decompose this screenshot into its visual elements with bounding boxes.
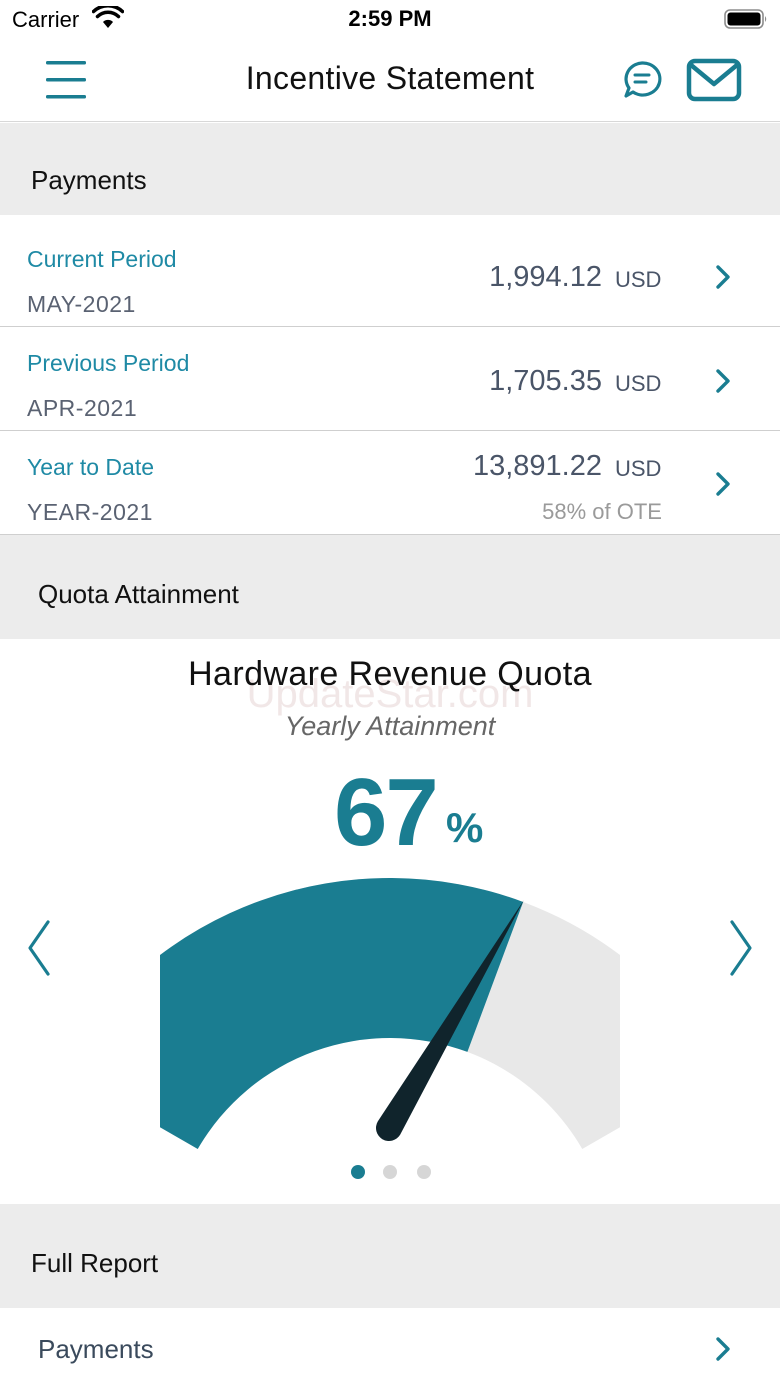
payment-row-previous[interactable]: Previous Period APR-2021 1,705.35 USD xyxy=(0,327,780,431)
payment-amount: 1,994.12 xyxy=(489,261,602,293)
clock-time: 2:59 PM xyxy=(348,6,432,31)
carousel-dot-1[interactable] xyxy=(351,1165,365,1179)
payment-period: YEAR-2021 xyxy=(27,499,153,525)
quota-subtitle: Yearly Attainment xyxy=(284,711,496,741)
navigation-bar: Incentive Statement xyxy=(0,40,780,122)
carousel-dot-2[interactable] xyxy=(383,1165,397,1179)
payment-currency: USD xyxy=(615,371,662,396)
payment-currency: USD xyxy=(615,456,662,481)
payment-amount: 1,705.35 xyxy=(489,365,602,397)
payment-amount: 13,891.22 xyxy=(472,450,602,482)
quota-header-label: Quota Attainment xyxy=(38,579,239,609)
page-title: Incentive Statement xyxy=(245,60,535,96)
chat-bubble-icon[interactable] xyxy=(622,60,662,100)
payment-period: APR-2021 xyxy=(27,395,138,421)
gauge-fill xyxy=(160,878,524,1149)
payment-label: Year to Date xyxy=(27,454,155,480)
payments-header-label: Payments xyxy=(31,165,147,195)
payment-label: Current Period xyxy=(27,246,177,272)
payment-label: Previous Period xyxy=(27,350,190,376)
status-bar: Carrier 2:59 PM xyxy=(0,0,780,40)
chevron-left-icon[interactable] xyxy=(22,918,56,978)
payments-section-header: Payments xyxy=(0,123,780,215)
ote-percentage: 58% of OTE xyxy=(542,499,662,524)
battery-icon xyxy=(724,9,767,29)
chevron-right-icon xyxy=(716,472,730,496)
mail-icon[interactable] xyxy=(686,56,742,104)
payment-period: MAY-2021 xyxy=(27,291,136,317)
payment-row-ytd[interactable]: Year to Date YEAR-2021 13,891.22 USD 58%… xyxy=(0,431,780,535)
attainment-percent: 67 xyxy=(334,759,439,866)
carousel-dot-3[interactable] xyxy=(417,1165,431,1179)
quota-section-header: Quota Attainment xyxy=(0,535,780,639)
quota-title: Hardware Revenue Quota xyxy=(188,655,592,693)
list-item-label: Payments xyxy=(38,1334,154,1364)
full-report-payments-row[interactable]: Payments xyxy=(0,1308,780,1387)
percent-symbol: % xyxy=(446,804,484,851)
chevron-right-icon xyxy=(716,1337,730,1361)
payment-currency: USD xyxy=(615,267,662,292)
chevron-right-icon xyxy=(716,369,730,393)
chevron-right-icon xyxy=(716,265,730,289)
full-report-section-header: Full Report xyxy=(0,1204,780,1308)
attainment-gauge xyxy=(160,877,620,1149)
payment-row-current[interactable]: Current Period MAY-2021 1,994.12 USD xyxy=(0,223,780,327)
chevron-right-icon[interactable] xyxy=(724,918,758,978)
full-report-header-label: Full Report xyxy=(31,1248,159,1278)
